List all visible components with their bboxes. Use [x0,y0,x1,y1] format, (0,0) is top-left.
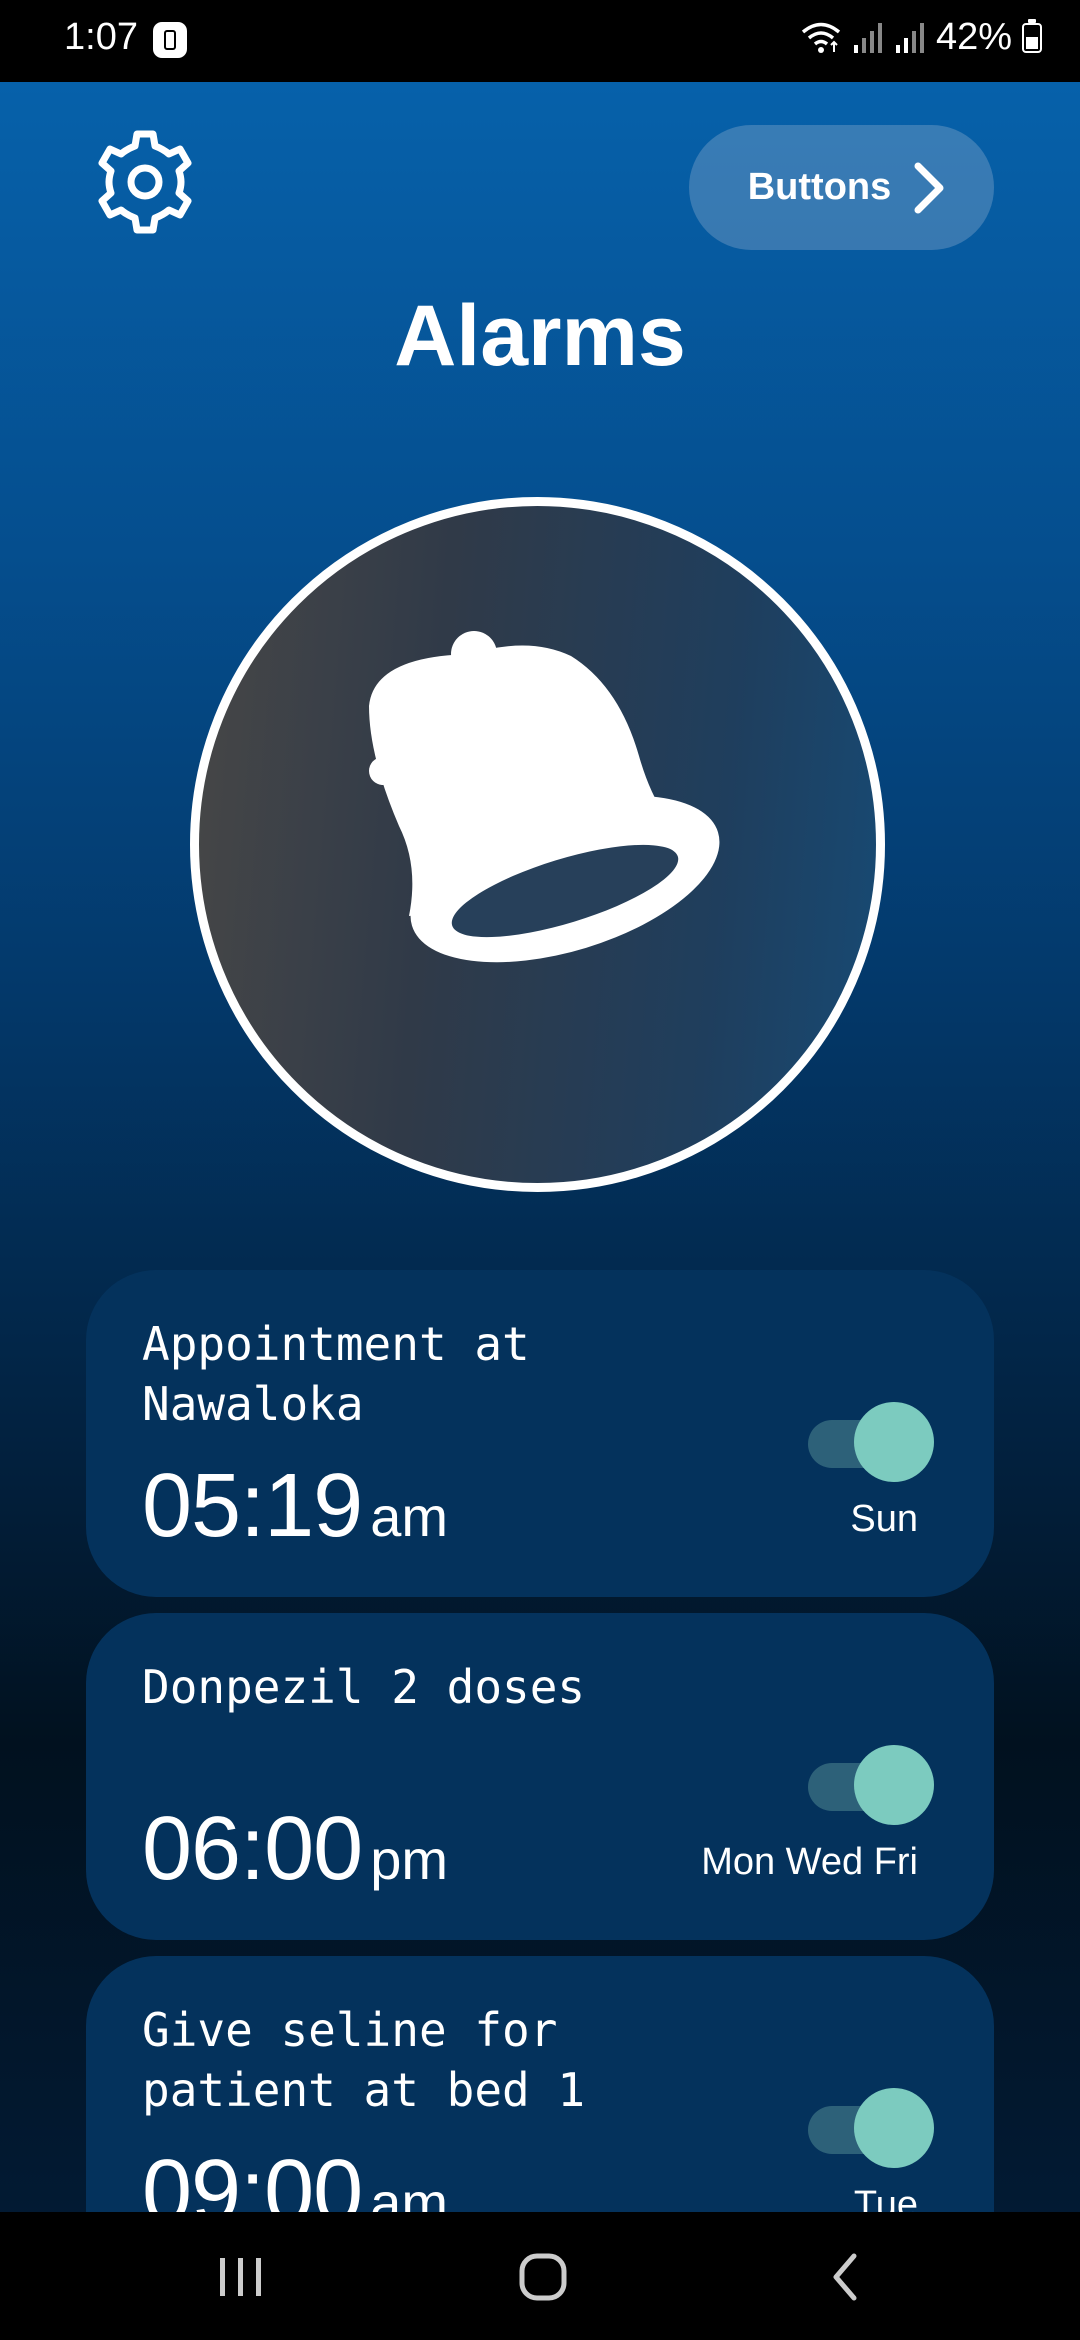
signal-icon-1 [852,21,884,55]
alarm-ampm: pm [370,1828,449,1891]
battery-icon [1022,18,1042,53]
toggle-thumb [854,1745,934,1825]
alarm-time-value: 05:19 [142,1456,363,1556]
buttons-nav-button[interactable]: Buttons [689,125,994,250]
back-button[interactable] [806,2246,886,2306]
page-title: Alarms [394,288,686,384]
alarm-time-value: 09:00 [142,2142,363,2212]
recents-button[interactable] [202,2246,282,2306]
home-button[interactable] [502,2246,582,2306]
buttons-label: Buttons [747,166,892,208]
alarm-time: 09:00 am [142,2141,448,2212]
alarm-ampm: am [370,1485,449,1548]
status-time: 1:07 [64,16,138,58]
gear-icon [98,130,192,234]
alarms-screen: Buttons Alarms Appointment at Nawaloka 0… [0,82,1080,2212]
toggle-thumb [854,1402,934,1482]
status-icons: 42% [800,16,1042,59]
back-icon [833,2253,857,2301]
toggle-thumb [854,2088,934,2168]
alarm-card[interactable]: Appointment at Nawaloka 05:19 am Sun [86,1270,994,1597]
alarm-time: 05:19 am [142,1455,448,1558]
alarm-title: Appointment at Nawaloka [142,1317,530,1431]
alarm-time-value: 06:00 [142,1799,363,1899]
alarm-ampm: am [370,2171,449,2212]
alarm-title: Give seline for patient at bed 1 [142,2003,586,2117]
alarm-time: 06:00 pm [142,1798,448,1901]
alarm-days: Tue [853,2184,918,2212]
home-icon [519,2253,567,2301]
notification-icon [153,22,187,58]
alarm-card[interactable]: Give seline for patient at bed 1 09:00 am… [86,1956,994,2212]
status-bar: 1:07 42% [0,0,1080,82]
alarm-card[interactable]: Donpezil 2 doses 06:00 pm Mon Wed Fri [86,1613,994,1940]
battery-percent: 42% [935,16,1012,58]
recents-icon [220,2258,261,2296]
alarm-toggle[interactable] [808,1743,936,1827]
alarm-title: Donpezil 2 doses [142,1660,586,1714]
alarm-hero [190,497,885,1192]
alarm-days: Sun [850,1498,918,1540]
navigation-bar [0,2212,1080,2340]
wifi-icon [800,20,842,56]
chevron-right-icon [914,162,944,213]
alarm-toggle[interactable] [808,2086,936,2170]
settings-button[interactable] [90,127,200,237]
bell-icon [369,631,720,963]
signal-icon-2 [894,21,926,55]
alarm-days: Mon Wed Fri [701,1841,918,1883]
alarm-toggle[interactable] [808,1400,936,1484]
